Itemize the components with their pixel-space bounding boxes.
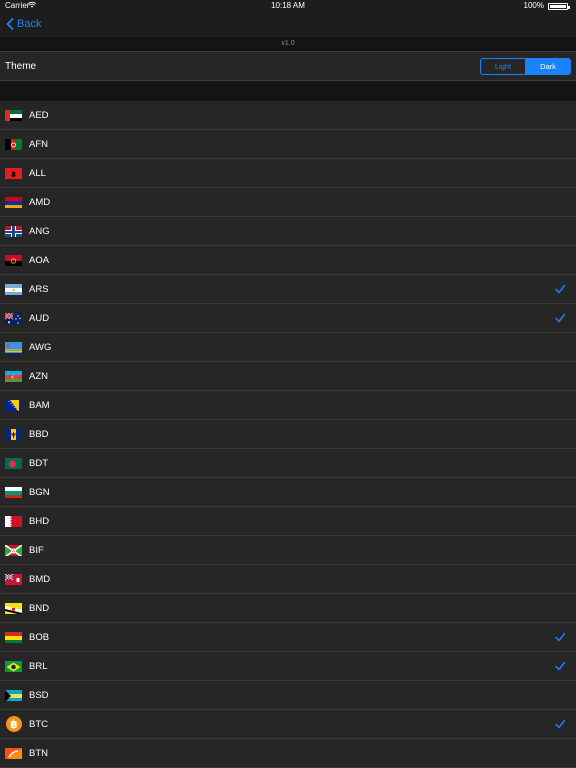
currency-row-brl[interactable]: BRL <box>0 652 576 681</box>
theme-light-option[interactable]: Light <box>481 59 526 74</box>
section-separator <box>0 81 576 101</box>
currency-code: BTC <box>29 719 48 730</box>
flag-afn-icon <box>5 138 22 150</box>
currency-code: AUD <box>29 313 50 324</box>
flag-bdt-icon <box>5 457 22 469</box>
flag-bbd-icon <box>5 428 22 440</box>
currency-code: BRL <box>29 661 48 672</box>
flag-aed-icon <box>5 109 22 121</box>
currency-row-ars[interactable]: ARS <box>0 275 576 304</box>
flag-bam-icon <box>5 399 22 411</box>
currency-code: BBD <box>29 429 49 440</box>
currency-row-btc[interactable]: ฿ BTC <box>0 710 576 739</box>
flag-bsd-icon <box>5 689 22 701</box>
flag-bmd-icon <box>5 573 22 585</box>
flag-bnd-icon <box>5 602 22 614</box>
currency-row-bgn[interactable]: BGN <box>0 478 576 507</box>
flag-bob-icon <box>5 631 22 643</box>
flag-ars-icon <box>5 283 22 295</box>
currency-row-azn[interactable]: AZN <box>0 362 576 391</box>
currency-row-bif[interactable]: BIF <box>0 536 576 565</box>
flag-bhd-icon <box>5 515 22 527</box>
currency-code: AMD <box>29 197 51 208</box>
flag-ang-icon <box>5 225 22 237</box>
currency-row-afn[interactable]: AFN <box>0 130 576 159</box>
svg-text:฿: ฿ <box>10 718 18 731</box>
currency-row-aed[interactable]: AED <box>0 101 576 130</box>
battery-percentage: 100% <box>523 1 544 10</box>
back-label: Back <box>17 18 42 30</box>
version-label: v1.0 <box>0 37 576 51</box>
currency-list: AED AFN ALL AMD ANG AOA ARS AUD AWG AZN BAM BBD BDT B… <box>0 101 576 768</box>
currency-code: BAM <box>29 400 50 411</box>
currency-code: BIF <box>29 545 44 556</box>
currency-row-all[interactable]: ALL <box>0 159 576 188</box>
currency-row-bdt[interactable]: BDT <box>0 449 576 478</box>
currency-code: ALL <box>29 168 46 179</box>
back-button[interactable]: Back <box>6 16 41 32</box>
bitcoin-icon: ฿ <box>6 716 22 732</box>
currency-code: BGN <box>29 487 50 498</box>
currency-code: AOA <box>29 255 50 266</box>
currency-code: AFN <box>29 139 48 150</box>
currency-code: AZN <box>29 371 48 382</box>
currency-row-bbd[interactable]: BBD <box>0 420 576 449</box>
navigation-bar: Back <box>0 12 576 37</box>
chevron-left-icon <box>6 18 14 30</box>
flag-awg-icon <box>5 341 22 353</box>
currency-code: BMD <box>29 574 51 585</box>
theme-dark-option[interactable]: Dark <box>526 59 570 74</box>
currency-code: AWG <box>29 342 52 353</box>
currency-code: ANG <box>29 226 50 237</box>
flag-brl-icon <box>5 660 22 672</box>
currency-code: BOB <box>29 632 50 643</box>
currency-row-bnd[interactable]: BND <box>0 594 576 623</box>
currency-row-bhd[interactable]: BHD <box>0 507 576 536</box>
flag-aoa-icon <box>5 254 22 266</box>
clock: 10:18 AM <box>271 1 305 10</box>
currency-row-bsd[interactable]: BSD <box>0 681 576 710</box>
currency-code: BSD <box>29 690 49 701</box>
currency-code: BND <box>29 603 50 614</box>
currency-code: BTN <box>29 748 48 759</box>
flag-azn-icon <box>5 370 22 382</box>
currency-code: BHD <box>29 516 50 527</box>
status-bar: Carrier 10:18 AM 100% <box>0 0 576 12</box>
currency-row-ang[interactable]: ANG <box>0 217 576 246</box>
currency-row-bam[interactable]: BAM <box>0 391 576 420</box>
currency-row-bmd[interactable]: BMD <box>0 565 576 594</box>
flag-all-icon <box>5 167 22 179</box>
flag-btn-icon <box>5 747 22 759</box>
flag-bif-icon <box>5 544 22 556</box>
currency-row-aoa[interactable]: AOA <box>0 246 576 275</box>
currency-row-awg[interactable]: AWG <box>0 333 576 362</box>
flag-aud-icon <box>5 312 22 324</box>
flag-bgn-icon <box>5 486 22 498</box>
currency-row-aud[interactable]: AUD <box>0 304 576 333</box>
currency-code: BDT <box>29 458 48 469</box>
theme-segmented-control[interactable]: Light Dark <box>480 58 571 75</box>
currency-row-bob[interactable]: BOB <box>0 623 576 652</box>
theme-label: Theme <box>5 61 37 72</box>
flag-amd-icon <box>5 196 22 208</box>
currency-code: ARS <box>29 284 49 295</box>
currency-row-btn[interactable]: BTN <box>0 739 576 768</box>
battery-icon <box>548 3 570 10</box>
currency-row-amd[interactable]: AMD <box>0 188 576 217</box>
currency-code: AED <box>29 110 49 121</box>
theme-row: Theme Light Dark <box>0 51 576 81</box>
